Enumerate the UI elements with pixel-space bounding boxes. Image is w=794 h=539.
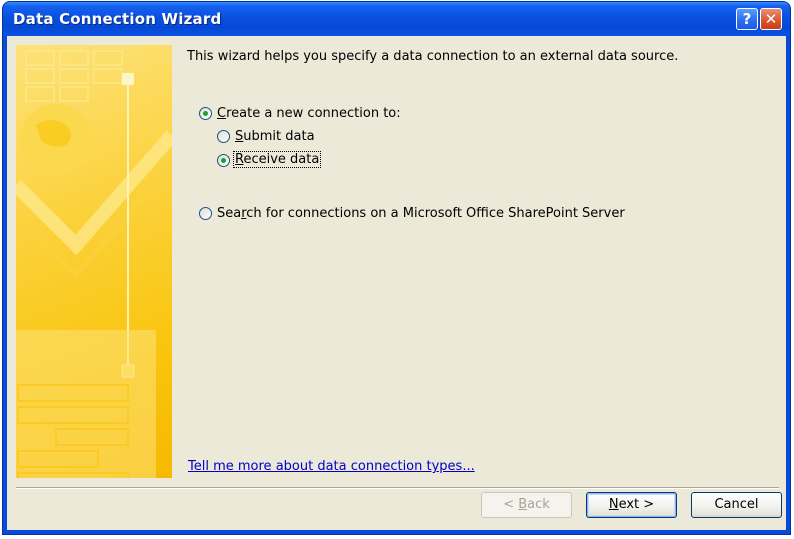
wizard-illustration: [16, 50, 172, 478]
wizard-window: Data Connection Wizard ? ✕ This wizard h…: [3, 2, 790, 534]
wizard-side-graphic: [16, 45, 172, 478]
search-sharepoint-label[interactable]: Search for connections on a Microsoft Of…: [217, 206, 625, 221]
close-icon: ✕: [764, 10, 778, 28]
window-title: Data Connection Wizard: [13, 10, 222, 28]
help-button[interactable]: ?: [736, 8, 758, 30]
search-sharepoint-radio[interactable]: [199, 207, 212, 220]
dialog-body: This wizard helps you specify a data con…: [7, 36, 786, 530]
help-icon: ?: [742, 10, 752, 28]
close-button[interactable]: ✕: [760, 8, 782, 30]
receive-data-radio[interactable]: [217, 154, 230, 167]
create-connection-label[interactable]: Create a new connection to:: [217, 106, 401, 121]
button-separator: [16, 487, 779, 489]
cancel-button[interactable]: Cancel: [691, 492, 782, 518]
next-button[interactable]: Next >: [586, 492, 677, 518]
back-button[interactable]: < Back: [481, 492, 572, 518]
data-connection-types-link[interactable]: Tell me more about data connection types…: [188, 459, 475, 474]
create-connection-radio[interactable]: [199, 107, 212, 120]
title-bar[interactable]: Data Connection Wizard ? ✕: [3, 2, 790, 36]
receive-data-label[interactable]: Receive data: [233, 151, 322, 168]
submit-data-radio[interactable]: [217, 130, 230, 143]
submit-data-label[interactable]: Submit data: [235, 129, 315, 144]
intro-text: This wizard helps you specify a data con…: [187, 49, 679, 64]
